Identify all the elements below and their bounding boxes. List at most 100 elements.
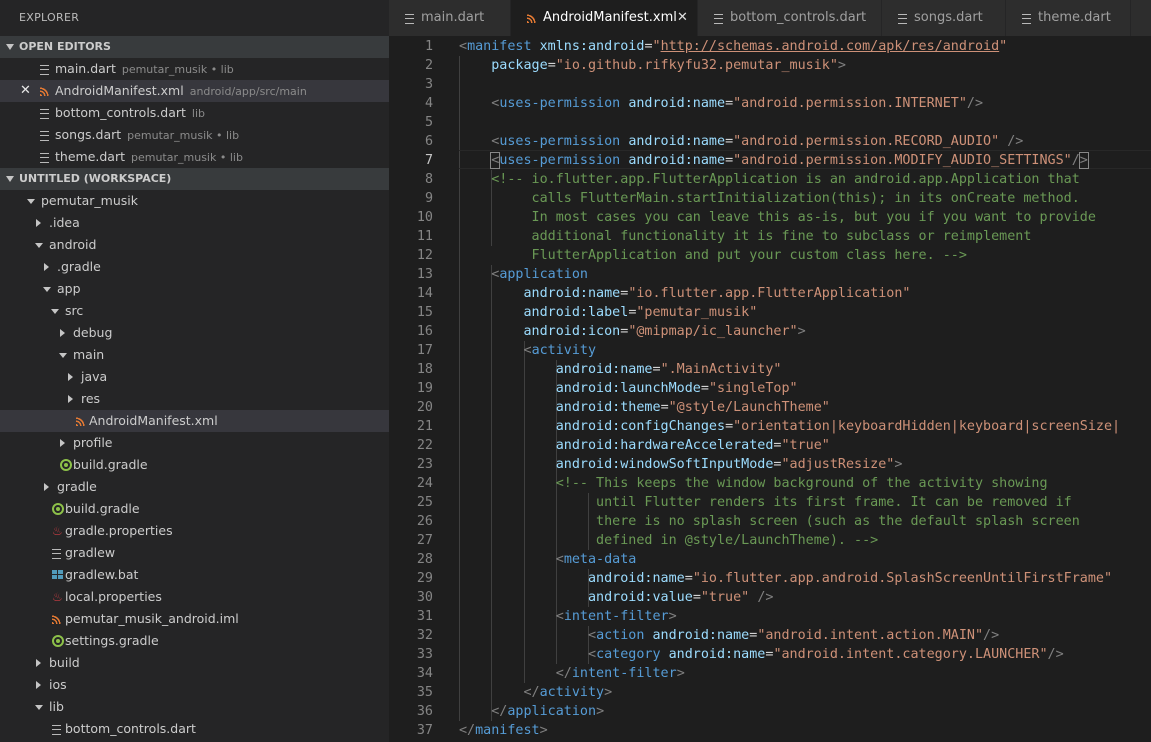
tree-item-bottom-controls-dart[interactable]: bottom_controls.dart <box>0 718 389 740</box>
tree-item-java[interactable]: java <box>0 366 389 388</box>
code-line[interactable]: android:name="io.flutter.app.FlutterAppl… <box>459 284 911 303</box>
tree-item-profile[interactable]: profile <box>0 432 389 454</box>
tree-item-pemutar-musik[interactable]: pemutar_musik <box>0 190 389 212</box>
code-line[interactable]: package="io.github.rifkyfu32.pemutar_mus… <box>459 56 846 75</box>
chevron-right-icon[interactable] <box>36 659 41 667</box>
open-editors-section[interactable]: OPEN EDITORS <box>0 36 389 58</box>
tree-item-lib[interactable]: lib <box>0 696 389 718</box>
code-line[interactable]: FlutterApplication and put your custom c… <box>459 246 967 265</box>
chevron-right-icon[interactable] <box>68 395 73 403</box>
chevron-down-icon[interactable] <box>59 353 67 358</box>
chevron-right-icon[interactable] <box>36 219 41 227</box>
code-line[interactable]: <uses-permission android:name="android.p… <box>459 94 983 113</box>
code-line[interactable]: <activity <box>459 341 597 360</box>
whitespace: = <box>725 96 734 111</box>
chevron-right-icon[interactable] <box>68 373 73 381</box>
close-icon[interactable]: ✕ <box>677 0 688 36</box>
tree-item-gradlew[interactable]: gradlew <box>0 542 389 564</box>
code-line[interactable]: <meta-data <box>459 550 637 569</box>
tree-item-src[interactable]: src <box>0 300 389 322</box>
code-line[interactable]: android:windowSoftInputMode="adjustResiz… <box>459 455 903 474</box>
url-link[interactable]: http://schemas.android.com/apk/res/andro… <box>661 39 1000 54</box>
code-line[interactable]: <uses-permission android:name="android.p… <box>459 132 1023 151</box>
code-line[interactable]: android:name="io.flutter.app.android.Spl… <box>459 569 1112 588</box>
code-line[interactable]: <application <box>459 265 588 284</box>
line-number: 9 <box>424 191 433 206</box>
chevron-down-icon[interactable] <box>35 243 43 248</box>
tab-label: main.dart <box>421 10 485 25</box>
code-line[interactable]: <uses-permission android:name="android.p… <box>459 151 1089 170</box>
tree-item-local-properties[interactable]: ♨ local.properties <box>0 586 389 608</box>
code-line[interactable]: </application> <box>459 702 604 721</box>
code-line[interactable]: </intent-filter> <box>459 664 685 683</box>
code-line[interactable]: <!-- io.flutter.app.FlutterApplication i… <box>459 170 1080 189</box>
code-line[interactable]: android:value="true" /> <box>459 588 773 607</box>
tree-item-idea[interactable]: .idea <box>0 212 389 234</box>
tree-item-app[interactable]: app <box>0 278 389 300</box>
code-line[interactable]: android:configChanges="orientation|keybo… <box>459 417 1120 436</box>
chevron-down-icon[interactable] <box>35 705 43 710</box>
code-line[interactable]: until Flutter renders its first frame. I… <box>459 493 1072 512</box>
code-line[interactable]: android:theme="@style/LaunchTheme" <box>459 398 830 417</box>
code-line[interactable]: <action android:name="android.intent.act… <box>459 626 999 645</box>
code-line[interactable]: there is no splash screen (such as the d… <box>459 512 1080 531</box>
tree-item-android[interactable]: android <box>0 234 389 256</box>
code-line[interactable]: </activity> <box>459 683 613 702</box>
tree-item-res[interactable]: res <box>0 388 389 410</box>
tree-item-gradlew-bat[interactable]: gradlew.bat <box>0 564 389 586</box>
chevron-right-icon[interactable] <box>36 681 41 689</box>
tree-item-debug[interactable]: debug <box>0 322 389 344</box>
punctuation: < <box>523 343 532 358</box>
tree-item-build-gradle[interactable]: build.gradle <box>0 498 389 520</box>
code-line[interactable]: In most cases you can leave this as-is, … <box>459 208 1096 227</box>
tree-item-main[interactable]: main <box>0 344 389 366</box>
code-line[interactable]: <category android:name="android.intent.c… <box>459 645 1064 664</box>
tab-bottom-controls-dart[interactable]: bottom_controls.dart <box>698 0 882 36</box>
code-line[interactable]: android:launchMode="singleTop" <box>459 379 798 398</box>
chevron-right-icon[interactable] <box>44 263 49 271</box>
tab-androidmanifest-xml[interactable]: AndroidManifest.xml ✕ <box>511 0 698 36</box>
tree-item-pemutar-musik-android-iml[interactable]: pemutar_musik_android.iml <box>0 608 389 630</box>
tab-theme-dart[interactable]: theme.dart <box>1006 0 1131 36</box>
code-line[interactable]: android:name=".MainActivity" <box>459 360 782 379</box>
chevron-right-icon[interactable] <box>60 439 65 447</box>
open-editor-item[interactable]: ✕ AndroidManifest.xml android/app/src/main <box>0 80 389 102</box>
tab-songs-dart[interactable]: songs.dart <box>882 0 1006 36</box>
workspace-section[interactable]: UNTITLED (WORKSPACE) <box>0 168 389 190</box>
code-line[interactable]: <intent-filter> <box>459 607 677 626</box>
code-line[interactable]: <manifest xmlns:android="http://schemas.… <box>459 37 1007 56</box>
code-line[interactable]: calls FlutterMain.startInitialization(th… <box>459 189 1080 208</box>
open-editor-item[interactable]: theme.dart pemutar_musik • lib <box>0 146 389 168</box>
close-icon[interactable]: ✕ <box>20 80 31 102</box>
open-editor-item[interactable]: bottom_controls.dart lib <box>0 102 389 124</box>
code-line[interactable]: android:label="pemutar_musik" <box>459 303 758 322</box>
tab-main-dart[interactable]: main.dart <box>389 0 511 36</box>
code-line[interactable]: additional functionality it is fine to s… <box>459 227 1032 246</box>
explorer-sidebar: EXPLORER OPEN EDITORS main.dart pemutar_m… <box>0 0 389 742</box>
code-line[interactable]: <!-- This keeps the window background of… <box>459 474 1048 493</box>
chevron-down-icon[interactable] <box>27 199 35 204</box>
tree-item-build[interactable]: build <box>0 652 389 674</box>
chevron-down-icon[interactable] <box>43 287 51 292</box>
punctuation: /> <box>966 96 984 111</box>
code-line[interactable]: android:icon="@mipmap/ic_launcher"> <box>459 322 806 341</box>
tree-item-settings-gradle[interactable]: settings.gradle <box>0 630 389 652</box>
tree-item-build-gradle[interactable]: build.gradle <box>0 454 389 476</box>
code-editor[interactable]: 1 <manifest xmlns:android="http://schemas… <box>389 36 1151 742</box>
code-line[interactable]: android:hardwareAccelerated="true" <box>459 436 830 455</box>
code-line[interactable]: </manifest> <box>459 721 548 740</box>
open-editor-item[interactable]: main.dart pemutar_musik • lib <box>0 58 389 80</box>
chevron-down-icon[interactable] <box>51 309 59 314</box>
tree-item-gradle-properties[interactable]: ♨ gradle.properties <box>0 520 389 542</box>
code-line[interactable]: defined in @style/LaunchTheme). --> <box>459 531 878 550</box>
tree-item-gradle[interactable]: .gradle <box>0 256 389 278</box>
chevron-right-icon[interactable] <box>44 483 49 491</box>
tree-item-ios[interactable]: ios <box>0 674 389 696</box>
tag-name: intent-filter <box>571 666 677 681</box>
tab-label: bottom_controls.dart <box>730 10 867 25</box>
open-editor-item[interactable]: songs.dart pemutar_musik • lib <box>0 124 389 146</box>
chevron-right-icon[interactable] <box>60 329 65 337</box>
tree-item-androidmanifest-xml[interactable]: AndroidManifest.xml <box>0 410 389 432</box>
tree-item-gradle[interactable]: gradle <box>0 476 389 498</box>
